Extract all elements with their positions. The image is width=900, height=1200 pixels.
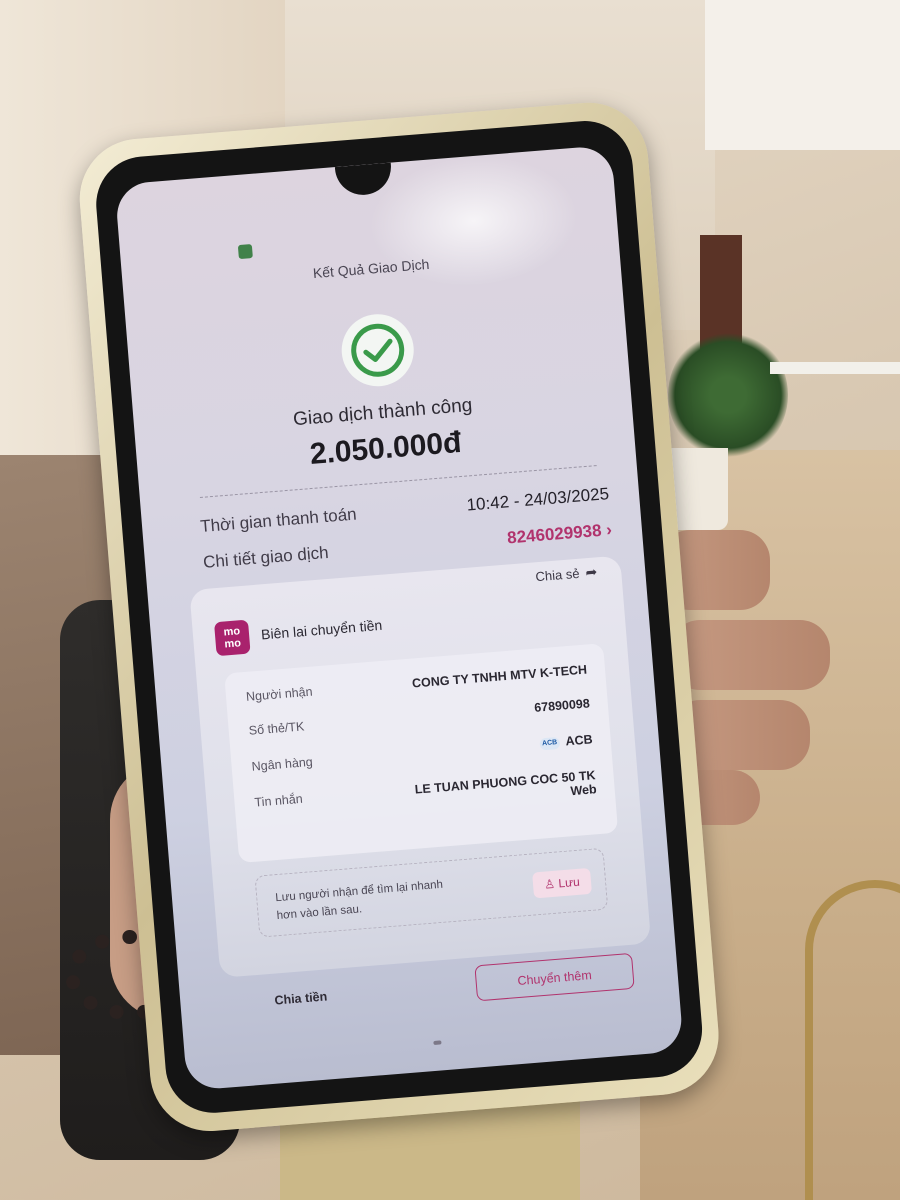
save-recipient-box: Lưu người nhận để tìm lại nhanh hơn vào … bbox=[254, 847, 609, 938]
recipient-row: Người nhận CONG TY TNHH MTV K-TECH bbox=[246, 663, 588, 704]
message-line-2: Web bbox=[569, 782, 598, 799]
bank-row: Ngân hàng ACB ACB bbox=[251, 732, 593, 773]
finger bbox=[670, 620, 830, 690]
save-recipient-button[interactable]: ♙ Lưu bbox=[532, 867, 592, 899]
recipient-label: Người nhận bbox=[245, 684, 314, 704]
share-button[interactable]: Chia sẻ ➦ bbox=[535, 563, 598, 585]
transfer-more-button[interactable]: Chuyển thêm bbox=[474, 952, 635, 1002]
payment-time-label: Thời gian thanh toán bbox=[199, 504, 358, 537]
transaction-id: 8246029938 bbox=[506, 520, 603, 548]
account-row: Số thẻ/TK 67890098 bbox=[248, 696, 590, 737]
momo-logo: mo mo bbox=[213, 619, 251, 657]
phone-screen: Kết Quả Giao Dịch Giao dịch thành công 2… bbox=[114, 144, 684, 1091]
save-button-label: Lưu bbox=[557, 874, 581, 891]
receipt-info-box: Người nhận CONG TY TNHH MTV K-TECH Số th… bbox=[224, 643, 619, 863]
receipt-card: Chia sẻ ➦ mo mo Biên lai chuyển tiền Ngư… bbox=[189, 555, 652, 978]
split-money-button[interactable]: Chia tiền bbox=[274, 989, 328, 1007]
person-add-icon: ♙ bbox=[543, 876, 556, 892]
background-table bbox=[770, 362, 900, 374]
message-label: Tin nhắn bbox=[254, 791, 304, 810]
phone-case: Kết Quả Giao Dịch Giao dịch thành công 2… bbox=[75, 98, 724, 1136]
transaction-id-link[interactable]: 8246029938 › bbox=[506, 520, 612, 548]
share-arrow-icon: ➦ bbox=[584, 563, 598, 581]
chevron-right-icon: › bbox=[605, 520, 613, 540]
bank-value-wrap: ACB ACB bbox=[539, 732, 594, 751]
account-label: Số thẻ/TK bbox=[248, 719, 305, 738]
payment-time-value: 10:42 - 24/03/2025 bbox=[465, 484, 610, 515]
background-ceiling bbox=[705, 0, 900, 150]
success-badge bbox=[338, 311, 417, 390]
check-circle-icon bbox=[351, 323, 405, 377]
potted-plant bbox=[668, 330, 788, 460]
home-indicator[interactable] bbox=[433, 1040, 442, 1046]
bank-label: Ngân hàng bbox=[251, 754, 314, 774]
momo-logo-text: mo bbox=[224, 637, 242, 651]
receipt-title: Biên lai chuyển tiền bbox=[260, 616, 383, 643]
phone-body: Kết Quả Giao Dịch Giao dịch thành công 2… bbox=[92, 117, 706, 1117]
share-label: Chia sẻ bbox=[534, 565, 581, 585]
bank-value: ACB bbox=[565, 732, 594, 749]
save-hint-text: Lưu người nhận để tìm lại nhanh hơn vào … bbox=[274, 878, 444, 923]
message-value: LE TUAN PHUONG COC 50 TK Web bbox=[414, 768, 597, 810]
bank-logo-icon: ACB bbox=[539, 736, 561, 751]
recipient-value: CONG TY TNHH MTV K-TECH bbox=[411, 662, 588, 691]
message-line-1: LE TUAN PHUONG COC 50 TK bbox=[414, 768, 597, 797]
gold-chair-frame bbox=[805, 880, 900, 1200]
transaction-detail-label: Chi tiết giao dịch bbox=[202, 542, 330, 572]
message-row: Tin nhắn LE TUAN PHUONG COC 50 TK Web bbox=[254, 768, 597, 823]
account-value: 67890098 bbox=[533, 696, 591, 715]
status-bar-icon bbox=[237, 244, 253, 260]
